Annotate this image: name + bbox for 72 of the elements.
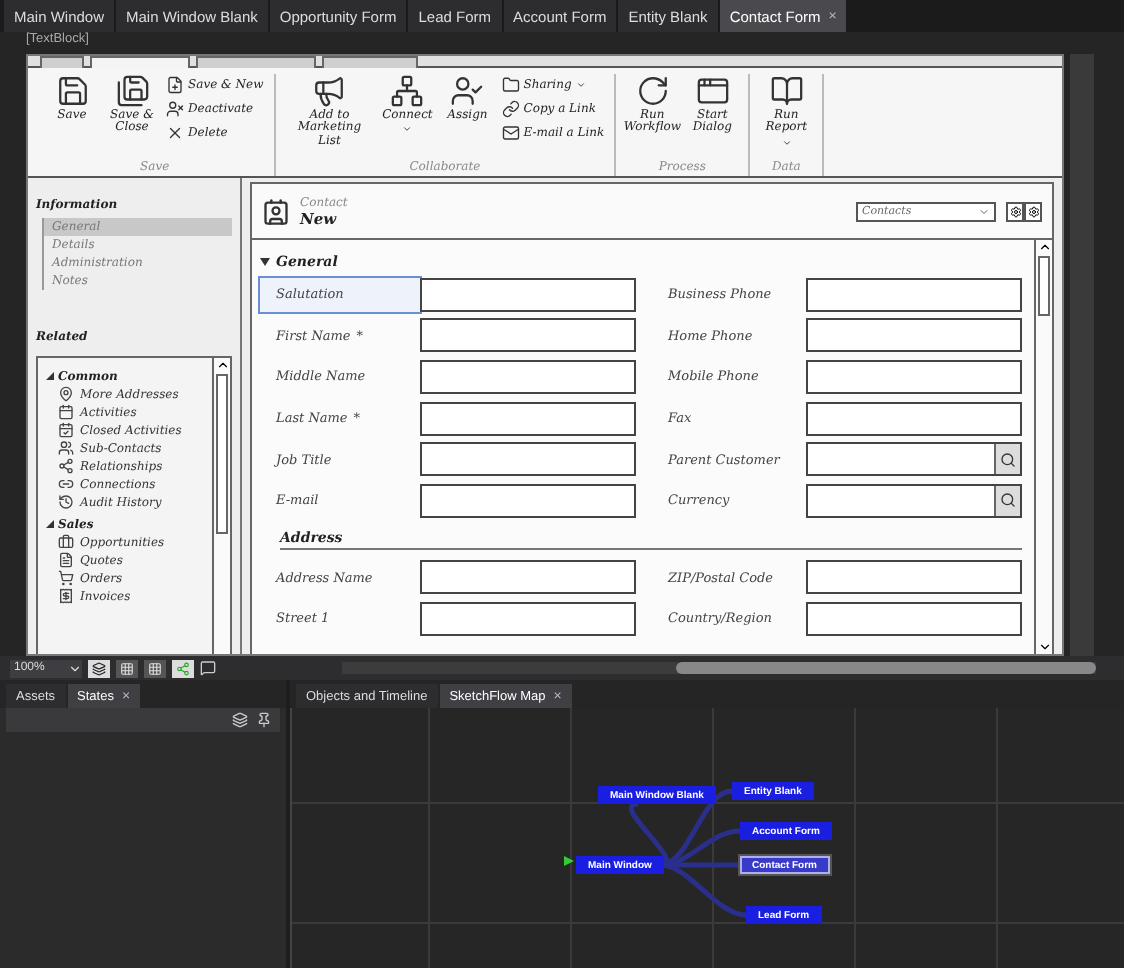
input-field[interactable] xyxy=(806,401,1022,436)
expanded-triangle-icon xyxy=(46,520,54,528)
receipt-icon xyxy=(58,588,74,604)
share-icon xyxy=(58,458,74,474)
x-icon xyxy=(166,124,184,142)
input-field[interactable] xyxy=(806,601,1022,636)
comment-icon[interactable] xyxy=(200,660,216,676)
scroll-up-icon[interactable] xyxy=(215,358,229,372)
scrollbar[interactable] xyxy=(1034,240,1052,654)
caret-icon xyxy=(978,205,990,217)
cart-icon xyxy=(58,570,74,586)
gear-icon xyxy=(1009,205,1021,217)
input-field[interactable] xyxy=(806,277,1022,312)
ribbon-tab[interactable] xyxy=(40,56,84,68)
history-icon xyxy=(58,494,74,510)
nav-button[interactable] xyxy=(1006,201,1024,221)
input-field[interactable] xyxy=(420,277,636,312)
ribbon-tab[interactable] xyxy=(196,56,316,68)
megaphone-icon xyxy=(312,74,347,108)
user-x-icon xyxy=(166,100,184,118)
user-check-icon xyxy=(450,74,485,108)
dropdown-caret-icon xyxy=(402,124,413,135)
calendar-icon xyxy=(58,404,74,420)
lookup-field[interactable] xyxy=(806,442,1022,477)
chain-link-icon xyxy=(58,476,74,492)
nav-button[interactable] xyxy=(1024,201,1042,221)
grid-icon[interactable] xyxy=(144,659,166,677)
briefcase-icon xyxy=(58,534,74,550)
layers-icon[interactable] xyxy=(232,712,248,728)
map-pin-icon xyxy=(58,386,74,402)
caret-icon xyxy=(68,661,82,675)
ribbon-tab[interactable] xyxy=(90,56,190,68)
lookup-button[interactable] xyxy=(994,444,1020,475)
input-field[interactable] xyxy=(420,401,636,436)
search-icon xyxy=(1000,451,1016,468)
input-field[interactable] xyxy=(420,560,636,595)
input-field[interactable] xyxy=(806,560,1022,595)
pin-icon[interactable] xyxy=(256,712,272,728)
input-field[interactable] xyxy=(420,359,636,394)
grid-icon[interactable] xyxy=(116,659,138,677)
input-field[interactable] xyxy=(420,318,636,353)
floppy-disks-icon xyxy=(115,74,149,108)
input-field[interactable] xyxy=(420,601,636,636)
link-icon xyxy=(501,100,520,118)
network-icon xyxy=(390,74,425,108)
calendar-check-icon xyxy=(58,422,74,438)
rotate-icon xyxy=(635,74,670,108)
scroll-up-icon[interactable] xyxy=(1037,240,1051,254)
contact-card-icon xyxy=(262,197,290,225)
input-field[interactable] xyxy=(420,483,636,518)
lookup-field[interactable] xyxy=(806,483,1022,518)
document-icon xyxy=(58,552,74,568)
input-field[interactable] xyxy=(806,318,1022,353)
book-icon xyxy=(769,74,804,108)
input-field[interactable] xyxy=(420,442,636,477)
folder-icon xyxy=(501,76,520,94)
users-icon xyxy=(58,440,74,456)
window-icon xyxy=(695,74,730,108)
scrollbar[interactable] xyxy=(212,358,230,654)
file-plus-icon xyxy=(166,76,184,94)
gear-icon xyxy=(1027,205,1039,217)
scroll-down-icon[interactable] xyxy=(1037,640,1051,654)
lookup-button[interactable] xyxy=(994,485,1020,516)
search-icon xyxy=(1000,492,1016,509)
collapse-triangle-icon xyxy=(260,257,270,265)
input-field[interactable] xyxy=(806,359,1022,394)
mail-icon xyxy=(501,124,520,142)
dropdown-caret-icon xyxy=(575,80,586,90)
expanded-triangle-icon xyxy=(46,372,54,380)
ribbon-tab[interactable] xyxy=(322,56,418,68)
dropdown-caret-icon xyxy=(781,137,792,148)
scrollbar[interactable] xyxy=(342,662,1096,674)
